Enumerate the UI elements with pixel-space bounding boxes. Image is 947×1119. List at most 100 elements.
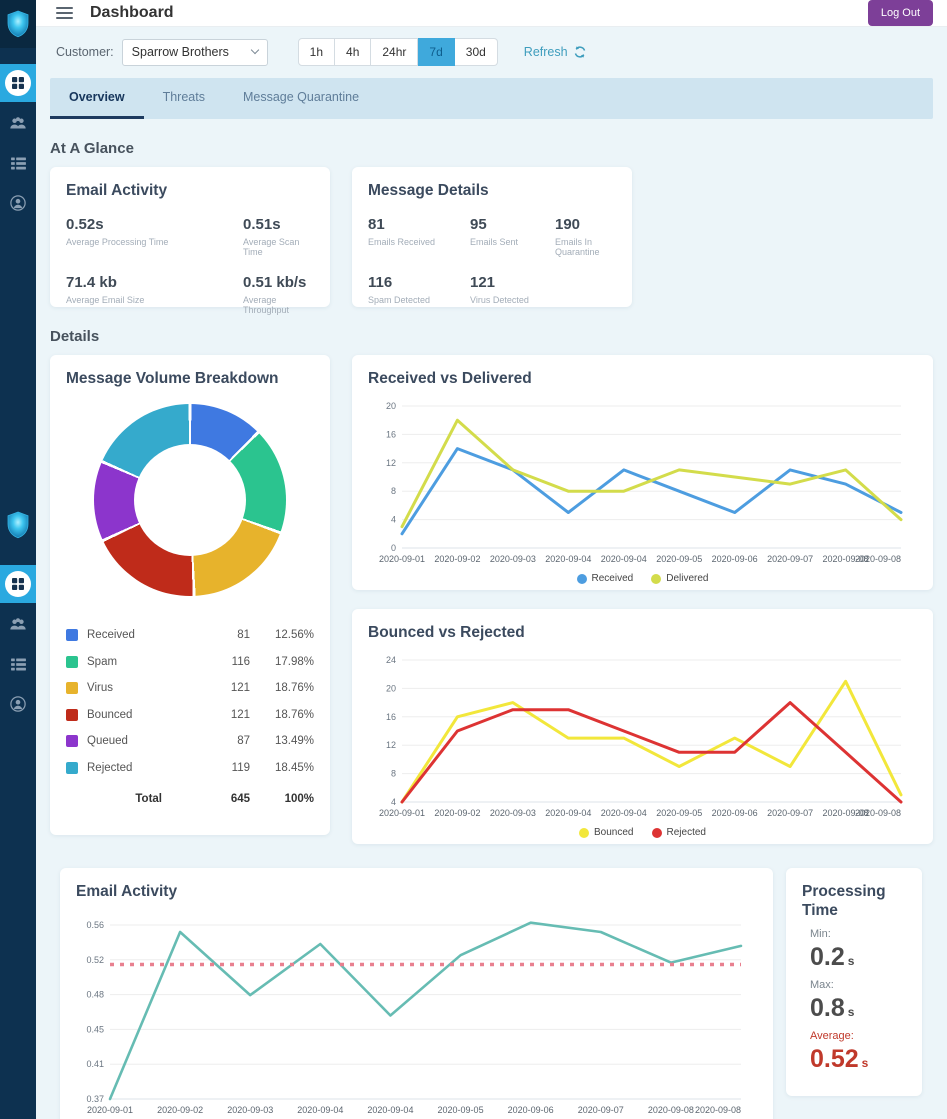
received-vs-delivered-chart[interactable]: 0481216202020-09-012020-09-022020-09-032…	[368, 398, 917, 566]
donut-legend-table: Received 81 12.56%Spam 116 17.98%Virus 1…	[66, 622, 314, 813]
legend-percent: 18.45%	[250, 762, 314, 774]
svg-text:2020-09-07: 2020-09-07	[767, 554, 813, 564]
list-icon	[11, 658, 26, 671]
svg-text:2020-09-04: 2020-09-04	[545, 554, 591, 564]
svg-text:2020-09-08: 2020-09-08	[648, 1105, 694, 1115]
sidebar-item-logs[interactable]	[0, 144, 36, 182]
legend-text: Rejected	[667, 827, 706, 838]
svg-text:2020-09-06: 2020-09-06	[712, 554, 758, 564]
card-title: Received vs Delivered	[368, 370, 917, 388]
legend-row-spam: Spam 116 17.98%	[66, 649, 314, 676]
legend-swatch	[66, 735, 78, 747]
legend-label: Spam	[87, 656, 117, 668]
range-button-1h[interactable]: 1h	[298, 38, 335, 66]
tab-message-quarantine[interactable]: Message Quarantine	[224, 78, 378, 119]
legend-item-rejected: Rejected	[652, 827, 706, 838]
sidebar-item-dashboard[interactable]	[0, 64, 36, 102]
svg-text:0.37: 0.37	[86, 1094, 104, 1104]
tab-overview[interactable]: Overview	[50, 78, 144, 119]
bounced-vs-rejected-chart[interactable]: 48121620242020-09-012020-09-022020-09-03…	[368, 652, 917, 820]
svg-text:4: 4	[391, 515, 396, 525]
svg-text:2020-09-05: 2020-09-05	[656, 808, 702, 818]
range-button-7d[interactable]: 7d	[418, 38, 454, 66]
app-logo[interactable]	[0, 0, 36, 48]
app-root: Dashboard Log Out Customer: Sparrow Brot…	[0, 0, 947, 1119]
legend-percent: 13.49%	[250, 735, 314, 747]
legend-row-rejected: Rejected 119 18.45%	[66, 755, 314, 782]
legend-swatch	[66, 656, 78, 668]
logout-button[interactable]: Log Out	[868, 0, 933, 26]
sidebar-item-users[interactable]	[0, 104, 36, 142]
svg-text:8: 8	[391, 486, 396, 496]
sidebar-item-users-secondary[interactable]	[0, 605, 36, 643]
svg-text:20: 20	[386, 683, 396, 693]
tab-threats[interactable]: Threats	[144, 78, 224, 119]
svg-text:0.41: 0.41	[86, 1059, 104, 1069]
svg-text:2020-09-08: 2020-09-08	[855, 808, 901, 818]
svg-text:2020-09-04: 2020-09-04	[601, 808, 647, 818]
svg-text:2020-09-02: 2020-09-02	[434, 554, 480, 564]
main-area: Dashboard Log Out Customer: Sparrow Brot…	[36, 0, 947, 1119]
menu-icon[interactable]	[56, 7, 73, 19]
app-logo-secondary[interactable]	[0, 501, 36, 549]
sidebar-item-profile-secondary[interactable]	[0, 685, 36, 723]
average-value: 0.52s	[802, 1045, 906, 1074]
chart-legend: BouncedRejected	[368, 827, 917, 838]
svg-text:12: 12	[386, 458, 396, 468]
refresh-link[interactable]: Refresh	[524, 45, 587, 59]
max-label: Max:	[802, 979, 906, 991]
range-button-30d[interactable]: 30d	[455, 38, 498, 66]
shield-icon	[5, 511, 31, 539]
legend-percent: 12.56%	[250, 629, 314, 641]
legend-value: 119	[198, 762, 250, 774]
legend-swatch	[66, 682, 78, 694]
donut-chart[interactable]	[94, 404, 286, 596]
time-range-group: 1h4h24hr7d30d	[298, 38, 498, 66]
svg-text:8: 8	[391, 769, 396, 779]
customer-select[interactable]: Sparrow Brothers	[122, 39, 268, 66]
svg-text:20: 20	[386, 401, 396, 411]
svg-text:2020-09-03: 2020-09-03	[227, 1105, 273, 1115]
email-activity-chart[interactable]: 0.370.410.450.480.520.562020-09-012020-0…	[76, 917, 757, 1117]
legend-label: Virus	[87, 682, 113, 694]
card-title: Email Activity	[76, 883, 757, 901]
legend-dot	[651, 574, 661, 584]
sidebar-item-logs-secondary[interactable]	[0, 645, 36, 683]
users-icon	[9, 617, 27, 632]
sidebar-item-dashboard-secondary[interactable]	[0, 565, 36, 603]
svg-text:0.48: 0.48	[86, 990, 104, 1000]
svg-text:2020-09-03: 2020-09-03	[490, 554, 536, 564]
svg-text:2020-09-07: 2020-09-07	[767, 808, 813, 818]
max-value: 0.8s	[802, 994, 906, 1023]
total-value: 645	[198, 793, 250, 805]
stat-emails-in-quarantine: 190 Emails In Quarantine	[555, 216, 616, 257]
svg-text:24: 24	[386, 655, 396, 665]
stat-virus-detected: 121 Virus Detected	[470, 274, 555, 305]
total-label: Total	[66, 793, 198, 805]
legend-row-bounced: Bounced 121 18.76%	[66, 702, 314, 729]
legend-swatch	[66, 629, 78, 641]
legend-value: 116	[198, 656, 250, 668]
svg-text:2020-09-02: 2020-09-02	[434, 808, 480, 818]
svg-text:16: 16	[386, 712, 396, 722]
stat-emails-received: 81 Emails Received	[368, 216, 470, 257]
min-label: Min:	[802, 928, 906, 940]
sidebar-item-profile[interactable]	[0, 184, 36, 222]
legend-swatch	[66, 762, 78, 774]
svg-text:0.52: 0.52	[86, 955, 104, 965]
svg-text:2020-09-03: 2020-09-03	[490, 808, 536, 818]
legend-percent: 18.76%	[250, 709, 314, 721]
legend-item-delivered: Delivered	[651, 573, 708, 584]
legend-value: 121	[198, 682, 250, 694]
svg-text:2020-09-07: 2020-09-07	[578, 1105, 624, 1115]
chart-legend: ReceivedDelivered	[368, 573, 917, 584]
range-button-24hr[interactable]: 24hr	[371, 38, 418, 66]
range-button-4h[interactable]: 4h	[335, 38, 371, 66]
email-activity-summary-card: Email Activity 0.52s Average Processing …	[50, 167, 330, 307]
svg-text:2020-09-06: 2020-09-06	[508, 1105, 554, 1115]
legend-dot	[652, 828, 662, 838]
card-title: Message Volume Breakdown	[66, 370, 314, 388]
svg-text:0.45: 0.45	[86, 1024, 104, 1034]
legend-value: 81	[198, 629, 250, 641]
stat-avg-processing-time: 0.52s Average Processing Time	[66, 216, 243, 257]
